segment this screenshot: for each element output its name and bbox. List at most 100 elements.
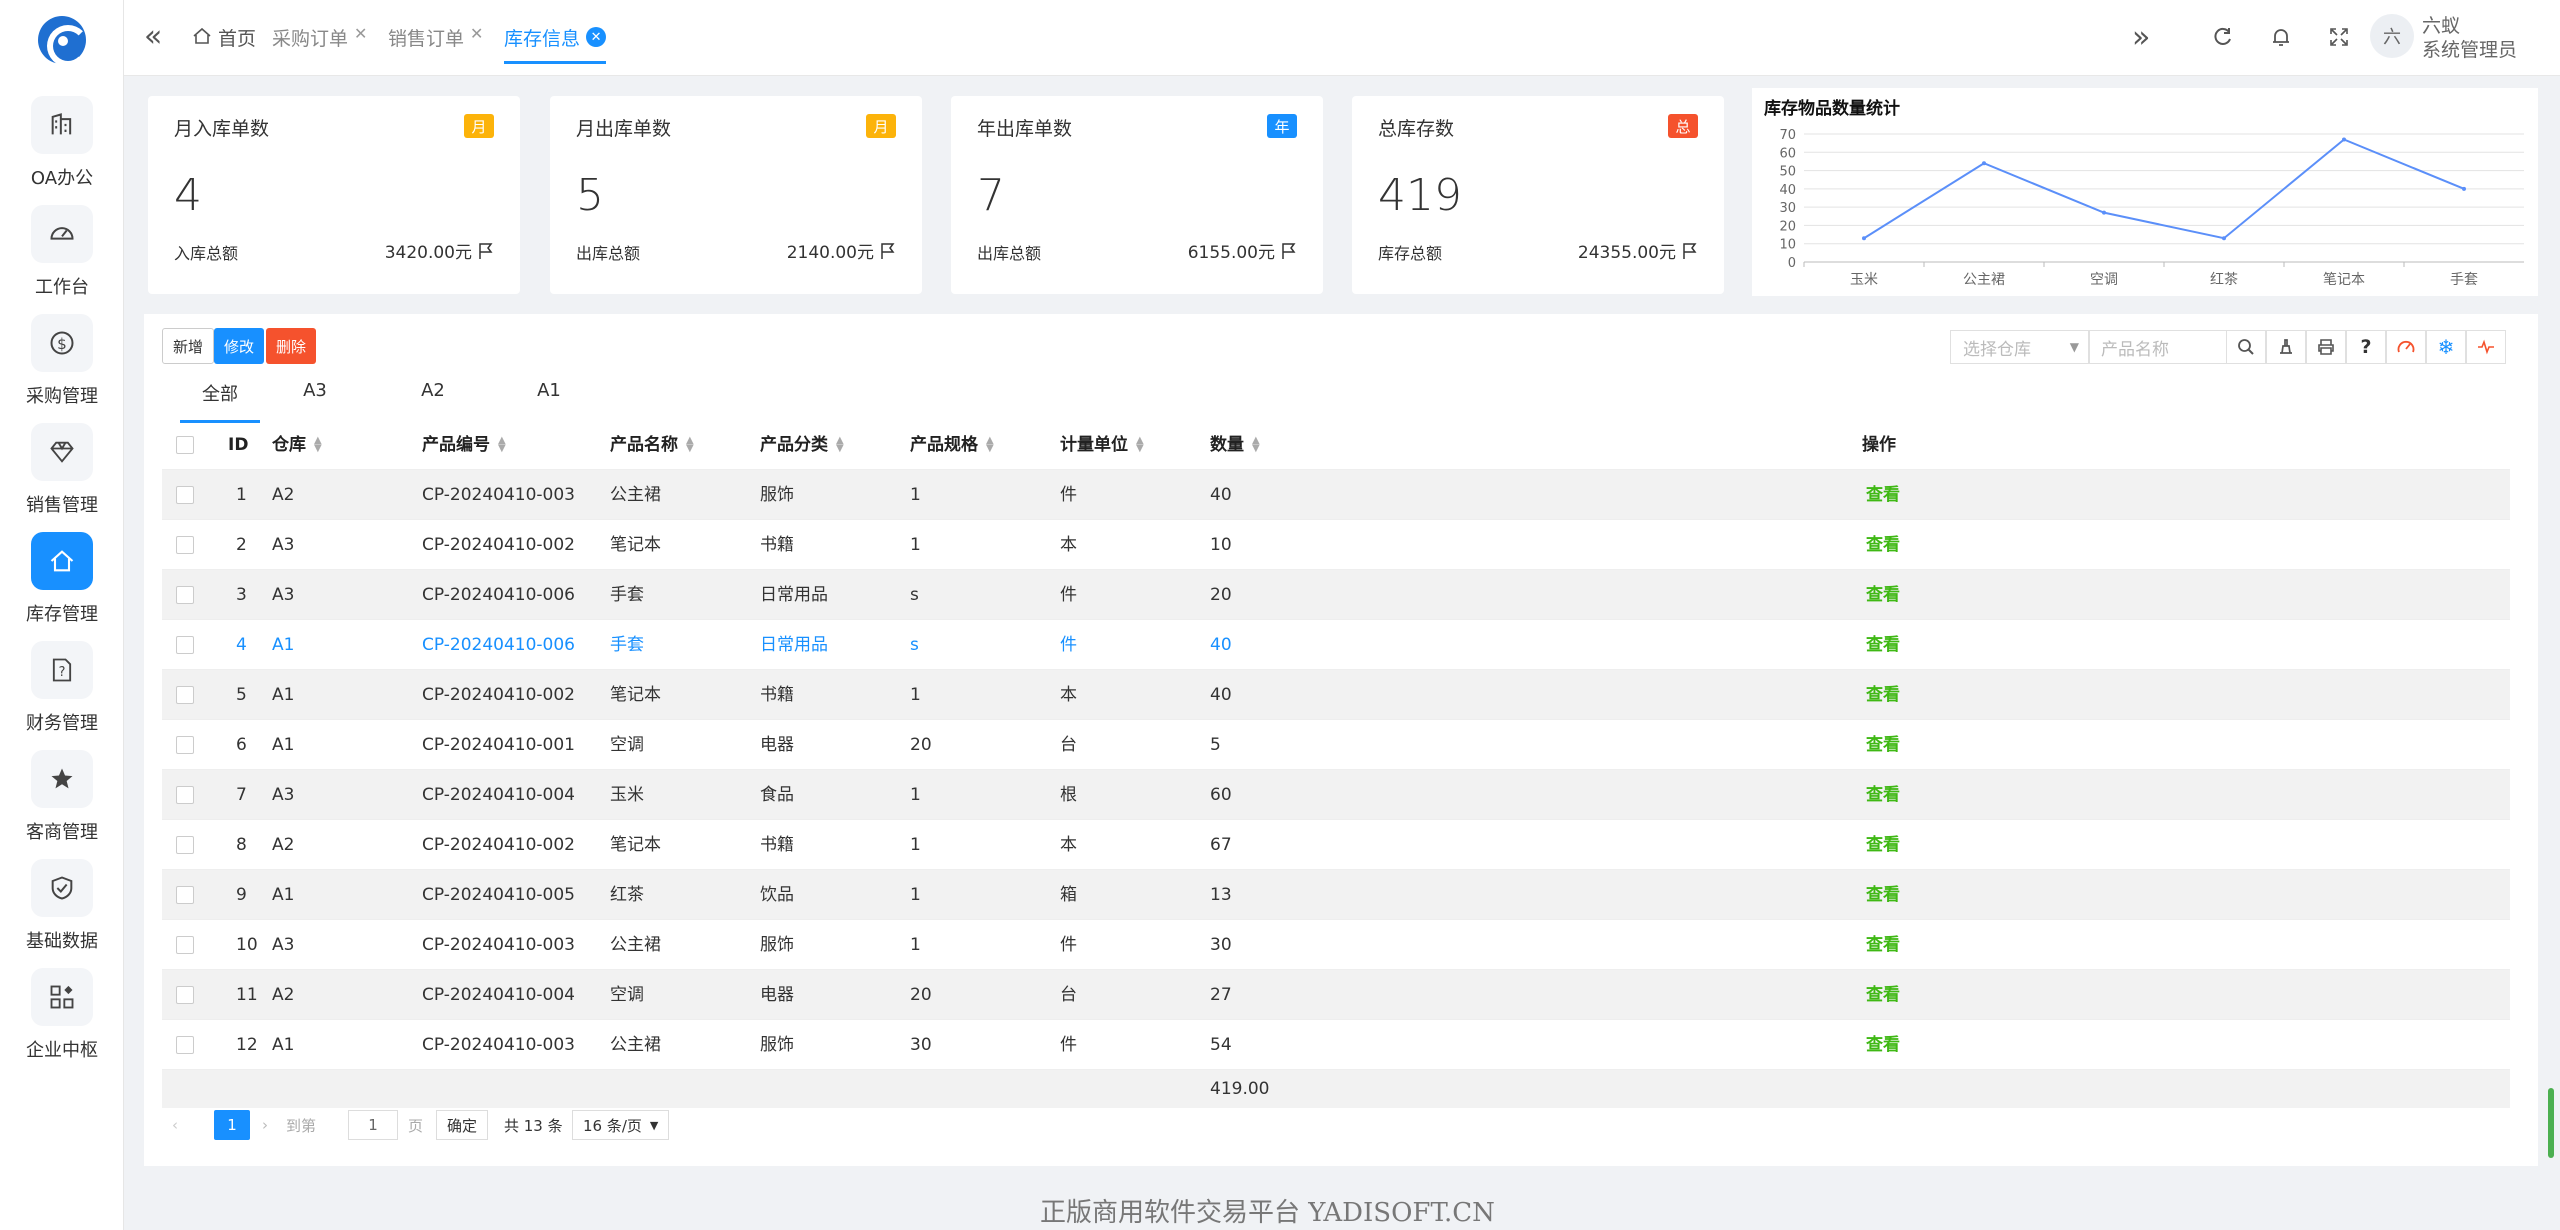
table-row[interactable]: 12 A1 CP-20240410-003 公主裙 服饰 30 件 54 查看 [162, 1020, 2510, 1070]
sort-icon[interactable]: ▲ ▼ [1252, 436, 1260, 454]
row-checkbox[interactable] [176, 736, 194, 754]
speedometer-icon[interactable] [2386, 330, 2426, 364]
sidebar-item-7[interactable]: 客商管理 [0, 750, 124, 858]
next-page-icon[interactable]: › [262, 1110, 268, 1140]
snowflake-icon[interactable]: ❄ [2426, 330, 2466, 364]
row-checkbox[interactable] [176, 686, 194, 704]
scrollbar-thumb[interactable] [2548, 1088, 2554, 1158]
view-link[interactable]: 查看 [1866, 470, 1900, 520]
fullscreen-icon[interactable] [2328, 26, 2350, 54]
subtab-3[interactable]: A2 [408, 380, 458, 415]
view-link[interactable]: 查看 [1866, 620, 1900, 670]
view-link[interactable]: 查看 [1866, 820, 1900, 870]
confirm-goto-button[interactable]: 确定 [436, 1110, 489, 1140]
sort-icon[interactable]: ▲ ▼ [836, 436, 844, 454]
avatar[interactable]: 六 [2370, 14, 2414, 58]
help-icon[interactable]: ? [2346, 330, 2386, 364]
sort-icon[interactable]: ▲ ▼ [686, 436, 694, 454]
header-product-spec[interactable]: 产品规格 ▲ ▼ [910, 420, 994, 470]
view-link[interactable]: 查看 [1866, 570, 1900, 620]
tab-purchase-orders[interactable]: 采购订单 ✕ [272, 24, 367, 64]
row-checkbox[interactable] [176, 836, 194, 854]
warehouse-select[interactable]: 选择仓库 ▼ [1950, 330, 2090, 364]
search-icon[interactable] [2226, 330, 2266, 364]
page-1-button[interactable]: 1 [214, 1110, 250, 1140]
row-checkbox[interactable] [176, 536, 194, 554]
tab-home[interactable]: 首页 [192, 24, 256, 64]
close-icon[interactable]: ✕ [586, 27, 607, 47]
add-button[interactable]: 新增 [162, 328, 215, 364]
tab-inventory-info[interactable]: 库存信息 ✕ [504, 24, 607, 64]
tab-sales-orders[interactable]: 销售订单 ✕ [388, 24, 483, 64]
data-point [2102, 210, 2106, 215]
header-warehouse[interactable]: 仓库 ▲ ▼ [272, 420, 322, 470]
table-row[interactable]: 11 A2 CP-20240410-004 空调 电器 20 台 27 查看 [162, 970, 2510, 1020]
sort-icon[interactable]: ▲ ▼ [314, 436, 322, 454]
view-link[interactable]: 查看 [1866, 920, 1900, 970]
header-product-name[interactable]: 产品名称 ▲ ▼ [610, 420, 694, 470]
sort-icon[interactable]: ▲ ▼ [986, 436, 994, 454]
product-name-input[interactable]: 产品名称 [2088, 330, 2228, 364]
sidebar-item-6[interactable]: ? 财务管理 [0, 641, 124, 749]
row-checkbox[interactable] [176, 586, 194, 604]
view-link[interactable]: 查看 [1866, 1020, 1900, 1070]
prev-page-icon[interactable]: ‹ [172, 1110, 178, 1140]
header-product-code[interactable]: 产品编号 ▲ ▼ [422, 420, 506, 470]
sort-icon[interactable]: ▲ ▼ [1136, 436, 1144, 454]
header-product-category[interactable]: 产品分类 ▲ ▼ [760, 420, 844, 470]
row-checkbox[interactable] [176, 786, 194, 804]
tabs-scroll-right-icon[interactable]: » [2132, 20, 2150, 55]
table-row[interactable]: 5 A1 CP-20240410-002 笔记本 书籍 1 本 40 查看 [162, 670, 2510, 720]
subtab-2[interactable]: A3 [290, 380, 340, 415]
delete-button[interactable]: 删除 [266, 328, 317, 364]
close-icon[interactable]: ✕ [470, 24, 483, 43]
row-checkbox[interactable] [176, 886, 194, 904]
table-row[interactable]: 7 A3 CP-20240410-004 玉米 食品 1 根 60 查看 [162, 770, 2510, 820]
subtab-4[interactable]: A1 [524, 380, 574, 415]
table-row[interactable]: 8 A2 CP-20240410-002 笔记本 书籍 1 本 67 查看 [162, 820, 2510, 870]
header-quantity[interactable]: 数量 ▲ ▼ [1210, 420, 1260, 470]
goto-page-input[interactable]: 1 [348, 1110, 398, 1140]
table-row[interactable]: 1 A2 CP-20240410-003 公主裙 服饰 1 件 40 查看 [162, 470, 2510, 520]
view-link[interactable]: 查看 [1866, 520, 1900, 570]
table-row[interactable]: 4 A1 CP-20240410-006 手套 日常用品 s 件 40 查看 [162, 620, 2510, 670]
refresh-icon[interactable] [2212, 26, 2234, 54]
header-unit[interactable]: 计量单位 ▲ ▼ [1060, 420, 1144, 470]
sort-icon[interactable]: ▲ ▼ [498, 436, 506, 454]
clear-filter-icon[interactable] [2266, 330, 2306, 364]
table-row[interactable]: 9 A1 CP-20240410-005 红茶 饮品 1 箱 13 查看 [162, 870, 2510, 920]
sidebar-item-3[interactable]: $ 采购管理 [0, 314, 124, 422]
table-row[interactable]: 3 A3 CP-20240410-006 手套 日常用品 s 件 20 查看 [162, 570, 2510, 620]
collapse-sidebar-icon[interactable]: « [144, 22, 162, 52]
page-size-select[interactable]: 16 条/页 ▼ [572, 1110, 670, 1140]
row-checkbox[interactable] [176, 986, 194, 1004]
sidebar-item-4[interactable]: 销售管理 [0, 423, 124, 531]
select-all-checkbox[interactable] [176, 436, 194, 454]
print-icon[interactable] [2306, 330, 2346, 364]
view-link[interactable]: 查看 [1866, 870, 1900, 920]
view-link[interactable]: 查看 [1866, 770, 1900, 820]
sidebar-item-1[interactable]: OA办公 [0, 96, 124, 204]
row-checkbox[interactable] [176, 636, 194, 654]
pulse-icon[interactable] [2466, 330, 2506, 364]
view-link[interactable]: 查看 [1866, 970, 1900, 1020]
close-icon[interactable]: ✕ [354, 24, 367, 43]
view-link[interactable]: 查看 [1866, 720, 1900, 770]
row-checkbox[interactable] [176, 936, 194, 954]
row-checkbox[interactable] [176, 1036, 194, 1054]
view-link[interactable]: 查看 [1866, 670, 1900, 720]
sidebar-item-8[interactable]: 基础数据 [0, 859, 124, 967]
bell-icon[interactable] [2270, 26, 2292, 54]
header-id[interactable]: ID [228, 420, 248, 470]
table-row[interactable]: 6 A1 CP-20240410-001 空调 电器 20 台 5 查看 [162, 720, 2510, 770]
subtab-1[interactable]: 全部 [180, 380, 260, 423]
table-row[interactable]: 2 A3 CP-20240410-002 笔记本 书籍 1 本 10 查看 [162, 520, 2510, 570]
table-row[interactable]: 10 A3 CP-20240410-003 公主裙 服饰 1 件 30 查看 [162, 920, 2510, 970]
cell-quantity: 40 [1210, 685, 1232, 705]
sidebar-item-2[interactable]: 工作台 [0, 205, 124, 313]
sidebar-item-9[interactable]: 企业中枢 [0, 968, 124, 1076]
edit-button[interactable]: 修改 [214, 328, 265, 364]
sidebar-item-5[interactable]: 库存管理 [0, 532, 124, 640]
user-name[interactable]: 六蚁 系统管理员 [2422, 14, 2517, 62]
row-checkbox[interactable] [176, 486, 194, 504]
